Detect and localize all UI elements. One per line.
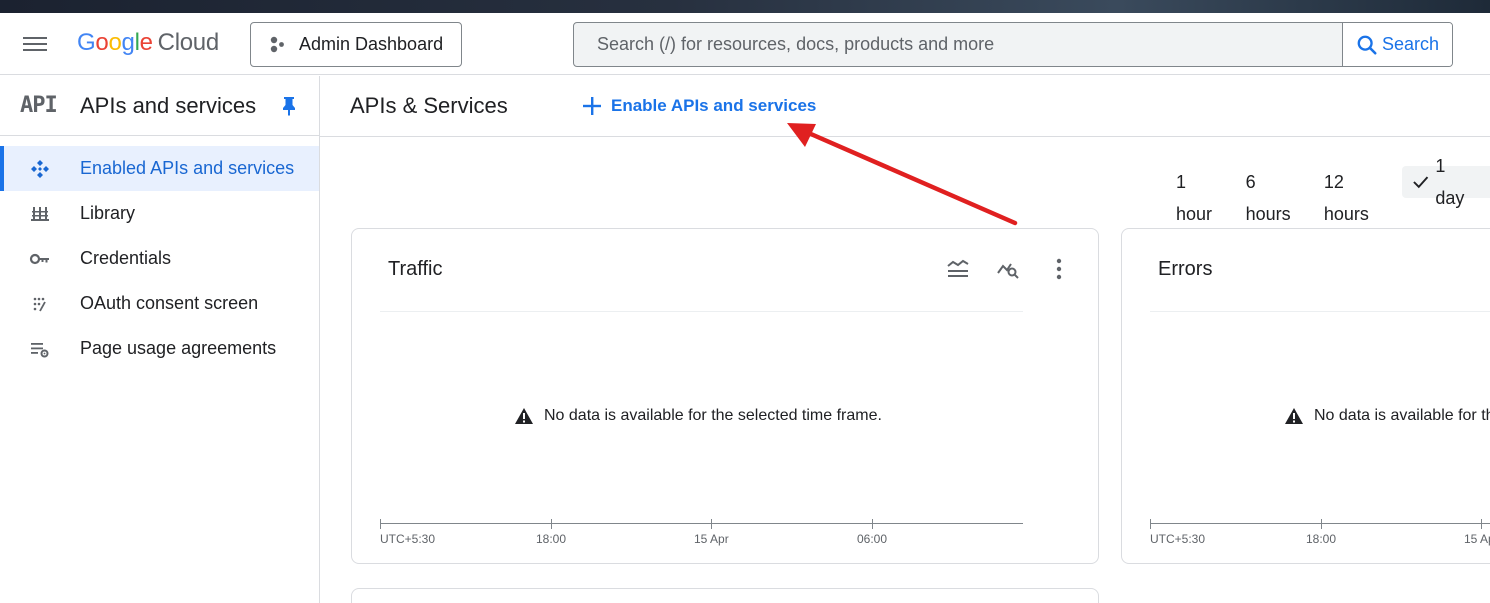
key-icon bbox=[29, 249, 51, 269]
sidebar-title: APIs and services bbox=[80, 93, 257, 118]
sidebar-header: API APIs and services bbox=[0, 76, 319, 136]
axis-tick bbox=[711, 519, 712, 529]
enable-apis-button[interactable]: Enable APIs and services bbox=[582, 92, 816, 120]
menu-icon-bar bbox=[23, 49, 47, 51]
axis-tick-label: 18:00 bbox=[1306, 532, 1337, 546]
search-button[interactable]: Search bbox=[1342, 23, 1452, 66]
sidebar-item-label: Library bbox=[80, 203, 136, 223]
browser-top-strip bbox=[0, 0, 1490, 13]
chart-top-gridline bbox=[1150, 311, 1490, 312]
time-range-1h[interactable]: 1 hour bbox=[1166, 166, 1236, 224]
logo-letter: g bbox=[121, 29, 135, 56]
card-title: Traffic bbox=[388, 258, 443, 280]
no-data-text: No data is available for the selected ti… bbox=[544, 407, 882, 424]
enabled-apis-icon bbox=[29, 159, 51, 179]
axis-tick bbox=[380, 519, 381, 529]
time-range-6h[interactable]: 6 hours bbox=[1236, 166, 1314, 224]
page-title: APIs & Services bbox=[350, 93, 508, 118]
sidebar-item-oauth[interactable]: OAuth consent screen bbox=[0, 281, 319, 326]
no-data-message: No data is available for the selected ti… bbox=[1284, 407, 1490, 425]
top-header: Google Cloud Admin Dashboard Search bbox=[0, 13, 1490, 75]
next-card-partial bbox=[351, 588, 1099, 603]
search-button-label: Search bbox=[1382, 34, 1440, 54]
no-data-text: No data is available for the selected ti… bbox=[1314, 407, 1490, 424]
axis-tick-label: 15 Apr bbox=[1464, 532, 1490, 546]
search-input[interactable] bbox=[574, 23, 1342, 66]
menu-icon-bar bbox=[23, 43, 47, 45]
axis-tick-label: 15 Apr bbox=[694, 532, 729, 546]
axis-tick-label: 18:00 bbox=[536, 532, 567, 546]
project-name: Admin Dashboard bbox=[299, 34, 444, 54]
no-data-message: No data is available for the selected ti… bbox=[514, 407, 882, 425]
axis-tick bbox=[551, 519, 552, 529]
axis-tick-label: 06:00 bbox=[857, 532, 888, 546]
x-axis bbox=[380, 523, 1023, 524]
x-axis bbox=[1150, 523, 1490, 524]
google-cloud-logo[interactable]: Google Cloud bbox=[77, 29, 219, 57]
axis-tick bbox=[1481, 519, 1482, 529]
axis-tick bbox=[872, 519, 873, 529]
sidebar-item-credentials[interactable]: Credentials bbox=[0, 236, 319, 281]
library-icon bbox=[29, 204, 51, 224]
check-icon bbox=[1413, 176, 1429, 189]
project-dots-icon bbox=[270, 36, 284, 52]
menu-icon bbox=[23, 37, 47, 39]
warning-icon bbox=[1285, 408, 1303, 424]
chart-top-gridline bbox=[380, 311, 1023, 312]
time-range-selector: 1 hour 6 hours 12 hours 1 day bbox=[1166, 156, 1490, 224]
logo-letter: o bbox=[108, 29, 122, 56]
sidebar-item-enabled-apis[interactable]: Enabled APIs and services bbox=[0, 146, 319, 191]
settings-list-icon bbox=[29, 339, 51, 359]
explore-chart-icon[interactable] bbox=[996, 257, 1020, 286]
sidebar-item-library[interactable]: Library bbox=[0, 191, 319, 236]
errors-card: Errors No data is available for the sele… bbox=[1121, 228, 1490, 564]
left-sidebar: API APIs and services Enabled APIs and s… bbox=[0, 76, 320, 603]
axis-tick bbox=[1321, 519, 1322, 529]
axis-tick-label: UTC+5:30 bbox=[1150, 532, 1206, 546]
sidebar-item-label: OAuth consent screen bbox=[80, 293, 259, 313]
axis-tick bbox=[1150, 519, 1151, 529]
enable-apis-label: Enable APIs and services bbox=[611, 96, 817, 115]
logo-letter: G bbox=[77, 29, 96, 56]
logo-cloud-text: Cloud bbox=[157, 29, 220, 56]
search-icon bbox=[1357, 35, 1377, 55]
traffic-card: Traffic No data is available for the sel… bbox=[351, 228, 1099, 564]
warning-icon bbox=[515, 408, 533, 424]
oauth-icon bbox=[29, 294, 51, 314]
pin-icon[interactable] bbox=[281, 96, 297, 121]
card-title: Errors bbox=[1158, 258, 1213, 280]
axis-tick-label: UTC+5:30 bbox=[380, 532, 436, 546]
logo-letter: o bbox=[95, 29, 109, 56]
time-range-12h[interactable]: 12 hours bbox=[1314, 166, 1402, 224]
more-options-icon[interactable] bbox=[1047, 257, 1071, 286]
sidebar-item-label: Enabled APIs and services bbox=[80, 158, 295, 178]
time-range-1d[interactable]: 1 day bbox=[1401, 156, 1490, 208]
legend-toggle-icon[interactable] bbox=[946, 257, 970, 286]
plus-icon bbox=[583, 97, 601, 115]
project-picker-button[interactable]: Admin Dashboard bbox=[250, 22, 462, 67]
sidebar-nav: Enabled APIs and services Library Creden… bbox=[0, 146, 319, 371]
sidebar-item-label: Page usage agreements bbox=[80, 338, 277, 358]
search-bar: Search bbox=[573, 22, 1453, 67]
main-header: APIs & Services Enable APIs and services bbox=[320, 76, 1490, 137]
sidebar-item-label: Credentials bbox=[80, 248, 172, 268]
main-menu-button[interactable] bbox=[22, 33, 48, 55]
api-icon: API bbox=[20, 93, 58, 118]
logo-letter: e bbox=[139, 29, 153, 56]
time-range-1d-label: 1 day bbox=[1435, 156, 1465, 208]
sidebar-item-page-usage[interactable]: Page usage agreements bbox=[0, 326, 319, 371]
